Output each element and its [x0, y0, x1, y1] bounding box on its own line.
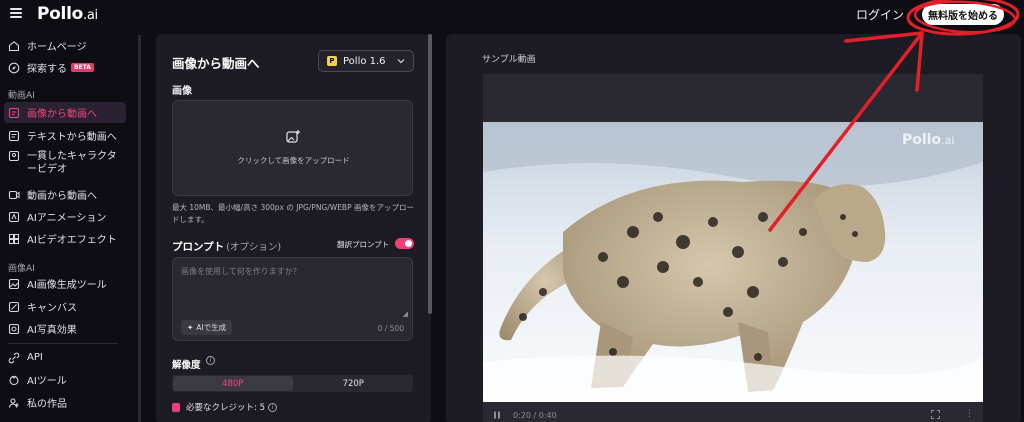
watermark-main: Pollo: [902, 132, 942, 148]
sidebar-item-my-works[interactable]: 私の作品: [4, 392, 126, 413]
resize-handle-icon[interactable]: ◢: [403, 310, 408, 318]
watermark-suffix: .ai: [941, 134, 955, 147]
compass-icon: [8, 62, 20, 73]
form-scrollbar[interactable]: [428, 34, 432, 314]
model-select-value: Pollo 1.6: [343, 55, 386, 67]
resolution-selector: 480P 720P: [172, 375, 413, 392]
resolution-option-720p[interactable]: 720P: [294, 375, 414, 392]
info-icon[interactable]: i: [206, 356, 215, 365]
section-label-video-ai: 動画AI: [8, 91, 35, 101]
sidebar-item-ai-tools[interactable]: AIツール: [4, 369, 126, 390]
sidebar-item-label: 動画から動画へ: [27, 191, 97, 202]
credits-required: 必要なクレジット: 5 i: [172, 401, 277, 413]
chevron-down-icon: [397, 59, 405, 64]
char-count: 0 / 500: [377, 324, 404, 333]
sidebar-item-label: キャンバス: [27, 303, 77, 314]
sidebar-item-label: 私の作品: [27, 399, 67, 410]
form-title: 画像から動画へ: [172, 56, 260, 71]
video-controls: 0:20 / 0:40 ⋮: [483, 406, 983, 422]
resolution-label: 解像度: [172, 360, 201, 371]
sidebar-item-label: AIアニメーション: [27, 213, 107, 224]
credits-text: 必要なクレジット: 5: [186, 403, 265, 413]
credit-coin-icon: [172, 402, 180, 412]
sidebar-item-video-to-video[interactable]: 動画から動画へ: [4, 184, 126, 205]
image-video-icon: [8, 107, 20, 118]
image-label: 画像: [172, 86, 192, 97]
sidebar-item-ai-animation[interactable]: AIアニメーション: [4, 206, 126, 227]
prompt-optional-text: (オプション): [226, 242, 282, 253]
logo-main: Pollo: [37, 4, 83, 24]
upload-instruction: クリックして画像をアップロード: [237, 156, 350, 165]
sidebar-item-text-to-video[interactable]: テキストから動画へ: [4, 125, 126, 146]
start-free-button[interactable]: 無料版を始める: [922, 4, 1004, 25]
image-upload-icon: [286, 130, 300, 143]
video-time: 0:20 / 0:40: [513, 411, 557, 420]
image-upload-area[interactable]: クリックして画像をアップロード: [172, 100, 413, 196]
more-options-icon[interactable]: ⋮: [965, 409, 974, 419]
login-link[interactable]: ログイン: [856, 6, 904, 23]
pollo-model-icon: P: [327, 56, 337, 66]
translate-prompt-toggle[interactable]: [395, 238, 414, 249]
sidebar-item-label: 探索する: [27, 64, 67, 75]
resolution-option-480p[interactable]: 480P: [173, 376, 293, 391]
sample-video-title: サンプル動画: [482, 55, 536, 65]
model-select[interactable]: P Pollo 1.6: [318, 50, 414, 72]
translate-prompt-label: 翻訳プロンプト: [337, 240, 390, 249]
sidebar-item-api[interactable]: API: [4, 347, 126, 368]
sidebar-item-home[interactable]: ホームページ: [4, 35, 126, 56]
works-icon: [8, 397, 19, 408]
sidebar-item-consistent-character[interactable]: 一貫したキャラクタービデオ: [4, 148, 126, 176]
sidebar-divider: [8, 343, 118, 344]
sidebar-item-ai-video-effects[interactable]: AIビデオエフェクト: [4, 228, 126, 249]
logo-suffix: .ai: [82, 8, 98, 23]
menu-icon[interactable]: [10, 8, 22, 18]
fullscreen-icon[interactable]: [931, 410, 940, 419]
text-video-icon: [8, 130, 20, 141]
beta-badge: BETA: [71, 63, 94, 72]
ai-generate-button[interactable]: ✦ AIで生成: [181, 320, 233, 335]
canvas-icon: [8, 301, 20, 312]
photo-effect-icon: [8, 323, 20, 334]
api-icon: [8, 352, 20, 363]
sidebar-item-label: テキストから動画へ: [27, 132, 117, 143]
image-gen-icon: [8, 278, 20, 289]
ai-generate-label: AIで生成: [196, 323, 227, 332]
sparkle-icon: ✦: [187, 323, 194, 332]
sidebar-item-label: AI画像生成ツール: [27, 280, 107, 291]
prompt-label: プロンプト (オプション): [172, 239, 281, 254]
sidebar-item-label: 画像から動画へ: [27, 109, 97, 120]
effects-icon: [9, 233, 19, 244]
sidebar-scrollbar[interactable]: [138, 35, 141, 422]
sidebar-item-explore[interactable]: 探索する BETA: [4, 57, 126, 78]
home-icon: [8, 40, 20, 51]
sidebar-item-label: ホームページ: [27, 42, 87, 53]
sidebar-item-ai-image-generator[interactable]: AI画像生成ツール: [4, 273, 126, 294]
sidebar-item-label: 一貫したキャラクタービデオ: [27, 151, 117, 175]
tools-icon: [9, 375, 19, 385]
character-icon: [8, 150, 20, 162]
upload-hint: 最大 10MB、最小幅/高さ 300px の JPG/PNG/WEBP 画像をア…: [172, 203, 414, 224]
top-bar: Pollo.ai ログイン 無料版を始める: [0, 0, 1024, 30]
prompt-label-text: プロンプト: [172, 241, 225, 253]
info-icon[interactable]: i: [267, 402, 277, 412]
sidebar-item-label: AI写真効果: [27, 325, 77, 336]
sidebar-item-image-to-video[interactable]: 画像から動画へ: [4, 102, 126, 123]
prompt-textarea[interactable]: 画像を使用して何を作りますか？ ◢ ✦ AIで生成 0 / 500: [172, 257, 413, 341]
prompt-placeholder: 画像を使用して何を作りますか？: [181, 267, 301, 276]
sidebar-item-canvas[interactable]: キャンバス: [4, 296, 126, 317]
logo[interactable]: Pollo.ai: [37, 4, 98, 24]
sidebar-item-label: AIツール: [27, 376, 67, 387]
sidebar-item-label: AIビデオエフェクト: [27, 235, 117, 246]
video-frame-snow-leopard: [483, 122, 983, 402]
animation-icon: [8, 211, 20, 222]
snow-leopard-image: [483, 122, 983, 402]
sample-video-panel: サンプル動画 Pollo.ai 0:20 / 0:40 ⋮: [446, 34, 1021, 422]
image-to-video-form: 画像から動画へ P Pollo 1.6 画像 クリックして画像をアップロード 最…: [156, 34, 431, 422]
sidebar-item-label: API: [27, 352, 43, 363]
sidebar: ホームページ 探索する BETA 動画AI 画像から動画へ テキストから動画へ …: [0, 34, 135, 422]
video-video-icon: [8, 190, 20, 199]
video-watermark: Pollo.ai: [902, 132, 954, 148]
pause-icon[interactable]: [493, 411, 501, 419]
sidebar-item-ai-photo-effects[interactable]: AI写真効果: [4, 318, 126, 339]
